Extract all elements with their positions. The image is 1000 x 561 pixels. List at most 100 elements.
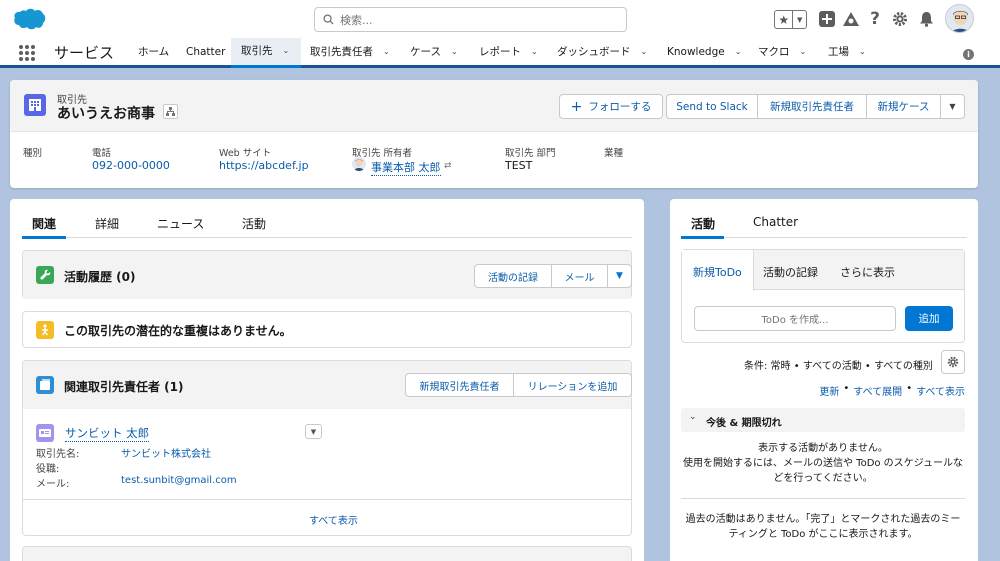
hierarchy-button[interactable] <box>163 104 178 119</box>
tab-activity[interactable]: 活動 <box>242 215 266 232</box>
nav-item-knowledge[interactable]: Knowledge ⌄ <box>667 38 741 65</box>
tab-more[interactable]: さらに表示 <box>840 264 895 280</box>
record-header: 取引先 あいうえお商事 + フォローする Send to Slack 新規取引先… <box>10 80 978 188</box>
global-search[interactable]: 検索... <box>314 7 627 32</box>
duplicate-message: この取引先の潜在的な重複はありません。 <box>64 324 292 338</box>
active-tab-indicator <box>681 236 724 239</box>
chevron-down-icon[interactable]: ⌄ <box>859 47 866 56</box>
contact-row-menu[interactable]: ▼ <box>305 424 322 439</box>
division-value: TEST <box>505 159 533 172</box>
log-activity-button[interactable]: 活動の記録 <box>474 264 552 288</box>
tab-activity-right[interactable]: 活動 <box>691 215 715 232</box>
todo-input[interactable]: ToDo を作成... <box>694 306 896 331</box>
empty-line: ティングと ToDo がここに表示されます。 <box>728 529 918 540</box>
divider <box>681 498 965 499</box>
tab-related[interactable]: 関連 <box>32 215 56 232</box>
field-label-website: Web サイト <box>219 148 272 159</box>
nav-item-factory[interactable]: 工場 ⌄ <box>828 38 866 65</box>
tab-chatter[interactable]: Chatter <box>753 215 798 229</box>
hierarchy-icon <box>166 107 175 116</box>
view-all-link[interactable]: すべて表示 <box>309 512 358 527</box>
nav-item-chatter[interactable]: Chatter <box>186 38 225 65</box>
user-avatar[interactable] <box>945 4 974 33</box>
nav-item-home[interactable]: ホーム <box>138 38 169 65</box>
tab-details[interactable]: 詳細 <box>95 215 119 232</box>
more-actions-button[interactable]: ▼ <box>940 94 965 119</box>
trailhead-icon[interactable] <box>842 10 860 28</box>
app-launcher-icon[interactable] <box>19 45 35 61</box>
chevron-down-icon[interactable]: ⌄ <box>451 47 458 56</box>
nav-item-cases[interactable]: ケース ⌄ <box>410 38 458 65</box>
chevron-down-icon: ▼ <box>310 427 317 436</box>
chevron-down-icon[interactable]: ⌄ <box>531 47 538 56</box>
add-todo-button[interactable]: 追加 <box>905 306 953 331</box>
contact-card-icon <box>36 424 54 442</box>
empty-line: 過去の活動はありません。「完了」とマークされた過去のミー <box>685 514 961 525</box>
filter-settings-button[interactable] <box>941 350 965 374</box>
help-icon[interactable]: ? <box>866 9 884 29</box>
chevron-down-icon[interactable]: ⌄ <box>735 47 742 56</box>
active-tab-indicator <box>22 236 66 239</box>
new-contact-button[interactable]: 新規取引先責任者 <box>757 94 867 119</box>
field-label-division: 取引先 部門 <box>505 148 556 159</box>
email-label: メール: <box>36 479 70 490</box>
bell-icon[interactable] <box>917 10 935 28</box>
add-icon[interactable] <box>818 10 836 28</box>
chevron-down-icon[interactable]: ⌄ <box>800 47 807 56</box>
nav-item-reports[interactable]: レポート ⌄ <box>479 38 538 65</box>
search-icon <box>323 14 334 25</box>
setup-gear-icon[interactable] <box>891 10 909 28</box>
email-label: メール <box>564 272 595 284</box>
website-link[interactable]: https://abcdef.jp <box>219 159 309 172</box>
salesforce-logo[interactable] <box>12 7 46 31</box>
nav-item-label: 取引先責任者 <box>310 46 373 58</box>
owner-link[interactable]: 事業本部 太郎 <box>371 159 441 176</box>
account-name-link[interactable]: サンビット株式会社 <box>121 445 211 460</box>
related-panel: 関連 詳細 ニュース 活動 活動履歴 (0) 活動の記録 メール ▼ この取引先… <box>10 199 644 561</box>
refresh-link[interactable]: 更新 <box>819 383 839 398</box>
follow-button[interactable]: + フォローする <box>559 94 663 119</box>
new-contact-label: 新規取引先責任者 <box>770 101 854 113</box>
nav-item-label: 取引先 <box>241 44 273 57</box>
send-to-slack-button[interactable]: Send to Slack <box>666 94 758 119</box>
email-link[interactable]: test.sunbit@gmail.com <box>121 475 237 486</box>
activity-history-header: 活動履歴 (0) 活動の記録 メール ▼ <box>23 251 632 299</box>
chevron-down-icon[interactable]: ⌄ <box>383 47 390 56</box>
nav-item-accounts[interactable]: 取引先 ⌄ <box>231 38 301 68</box>
contact-name-link[interactable]: サンビット 太郎 <box>65 425 150 442</box>
nav-item-contacts[interactable]: 取引先責任者 ⌄ <box>310 38 390 65</box>
tab-log-activity[interactable]: 活動の記録 <box>763 264 818 280</box>
related-contacts-header: 関連取引先責任者 (1) 新規取引先責任者 リレーションを追加 <box>23 361 632 409</box>
add-relation-label: リレーションを追加 <box>527 381 618 393</box>
chevron-down-icon[interactable]: ⌄ <box>641 47 648 56</box>
star-icon[interactable]: ★ <box>775 11 794 28</box>
gear-icon <box>947 356 959 368</box>
chevron-down-icon[interactable]: ⌄ <box>283 46 290 55</box>
activity-history-card: 活動履歴 (0) 活動の記録 メール ▼ <box>22 250 632 299</box>
nav-item-macros[interactable]: マクロ ⌄ <box>758 38 806 65</box>
activity-more-button[interactable]: ▼ <box>607 264 632 288</box>
info-icon[interactable]: i <box>963 49 974 60</box>
add-relation-button[interactable]: リレーションを追加 <box>513 373 632 397</box>
upcoming-section-header[interactable]: ⌄ 今後 & 期限切れ <box>681 408 965 432</box>
chevron-down-icon[interactable]: ▼ <box>793 11 806 28</box>
email-button[interactable]: メール <box>551 264 608 288</box>
tab-news[interactable]: ニュース <box>157 215 204 232</box>
favorites-button[interactable]: ★ ▼ <box>774 10 807 29</box>
phone-link[interactable]: 092-000-0000 <box>92 159 170 172</box>
search-placeholder: 検索... <box>340 13 373 27</box>
duplicate-check-card: この取引先の潜在的な重複はありません。 <box>22 311 632 348</box>
nav-item-dashboards[interactable]: ダッシュボード ⌄ <box>557 38 647 65</box>
empty-line: 表示する活動がありません。 <box>758 443 888 454</box>
follow-label: フォローする <box>588 101 652 113</box>
view-all-activities-link[interactable]: すべて表示 <box>916 383 965 398</box>
related-contacts-card: 関連取引先責任者 (1) 新規取引先責任者 リレーションを追加 サンビット 太郎… <box>22 360 632 536</box>
expand-all-link[interactable]: すべて展開 <box>853 383 902 398</box>
tab-new-todo[interactable]: 新規ToDo <box>693 264 742 280</box>
new-case-button[interactable]: 新規ケース <box>866 94 941 119</box>
change-owner-icon[interactable]: ⇄ <box>444 161 452 171</box>
app-name: サービス <box>54 44 115 62</box>
nav-item-label: 工場 <box>828 46 849 58</box>
new-related-contact-button[interactable]: 新規取引先責任者 <box>405 373 514 397</box>
add-todo-label: 追加 <box>918 313 940 325</box>
